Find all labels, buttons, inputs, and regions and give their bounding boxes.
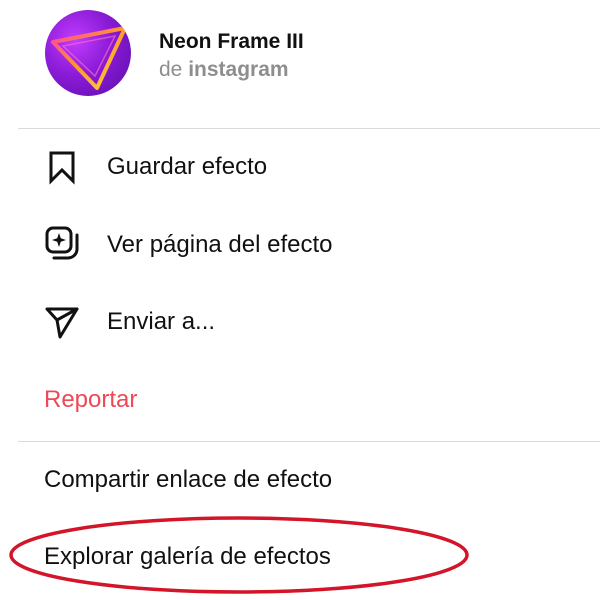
report-label: Reportar: [44, 386, 138, 413]
share-effect-link-label: Compartir enlace de efecto: [44, 466, 333, 493]
save-effect-label: Guardar efecto: [107, 153, 268, 180]
effect-author[interactable]: de instagram: [159, 58, 289, 82]
author-name[interactable]: instagram: [188, 58, 288, 81]
view-effect-page-label: Ver página del efecto: [107, 231, 333, 258]
view-effect-page-item[interactable]: Ver página del efecto: [0, 215, 600, 275]
effect-page-icon: [45, 226, 79, 260]
send-icon: [45, 307, 79, 339]
send-to-item[interactable]: Enviar a...: [0, 292, 600, 352]
effect-header: Neon Frame III de instagram: [0, 0, 600, 128]
save-effect-item[interactable]: Guardar efecto: [0, 137, 600, 197]
explore-effects-gallery-label: Explorar galería de efectos: [44, 543, 331, 570]
send-to-label: Enviar a...: [107, 308, 216, 335]
divider: [18, 441, 600, 442]
share-effect-link-item[interactable]: Compartir enlace de efecto: [0, 450, 600, 510]
explore-effects-gallery-item[interactable]: Explorar galería de efectos: [0, 528, 600, 588]
neon-triangle-icon: [51, 26, 127, 90]
author-prefix: de: [159, 58, 183, 81]
divider: [18, 128, 600, 129]
bookmark-icon: [49, 151, 75, 185]
effect-title: Neon Frame III: [159, 30, 304, 53]
effect-thumbnail[interactable]: [45, 10, 131, 96]
report-item[interactable]: Reportar: [0, 370, 600, 430]
